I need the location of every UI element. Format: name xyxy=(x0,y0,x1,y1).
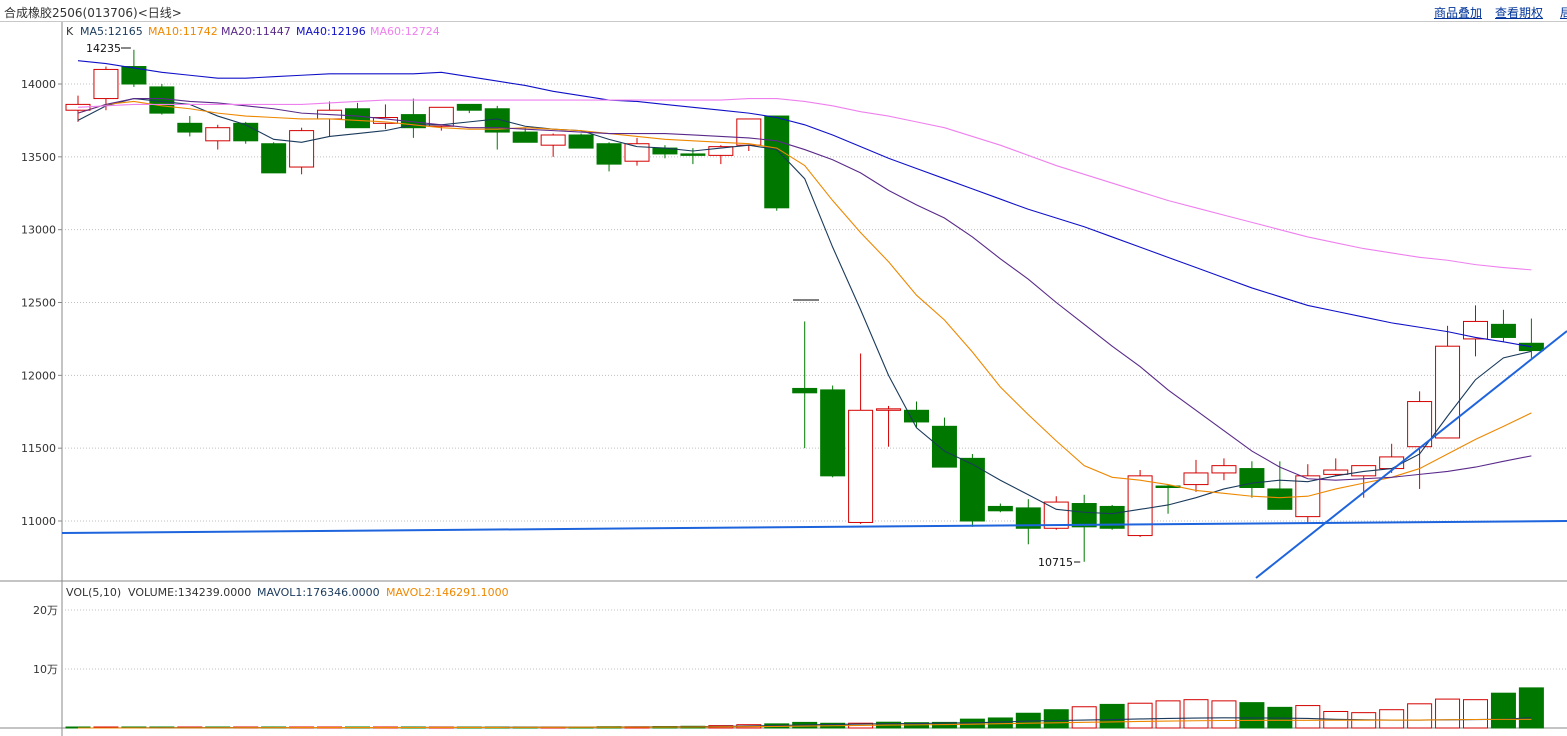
price-tick-label: 13500 xyxy=(21,151,56,164)
volume-bar xyxy=(1490,692,1516,729)
candle-body xyxy=(596,143,622,165)
candle-body xyxy=(93,68,119,100)
price-gridlines xyxy=(62,83,1567,522)
candle-body xyxy=(1435,345,1461,439)
volume-tick-label: 10万 xyxy=(33,663,58,676)
high-value-label: 14235 xyxy=(86,42,121,55)
volume-y-ticks: 20万 10万 xyxy=(33,604,58,676)
candle-body xyxy=(876,408,902,411)
volume-bar xyxy=(1183,699,1209,729)
ma-line-ma40 xyxy=(77,60,1532,348)
candle-body xyxy=(987,505,1013,512)
price-y-ticks: 14000 13500 13000 12500 12000 11500 11000 xyxy=(21,78,62,528)
candle-body xyxy=(1518,342,1544,352)
volume-bar xyxy=(1211,700,1237,729)
candle-body xyxy=(540,134,566,146)
ma20-label: MA20:11447 xyxy=(221,25,291,38)
candle-body xyxy=(512,131,538,143)
candle-body xyxy=(205,127,231,142)
price-tick-label: 12000 xyxy=(21,369,56,382)
candle-body xyxy=(959,457,985,522)
volume-bar xyxy=(1239,702,1265,729)
candle-body xyxy=(931,425,957,468)
candle-body xyxy=(149,86,175,114)
indicator-prefix: K xyxy=(66,25,74,38)
price-tick-label: 14000 xyxy=(21,78,56,91)
candle-body xyxy=(233,122,259,142)
volume-bar xyxy=(1435,698,1461,729)
ma10-label: MA10:11742 xyxy=(148,25,218,38)
rising-trendline[interactable] xyxy=(1255,330,1567,579)
candle-body xyxy=(345,108,370,129)
volume-bar xyxy=(1043,709,1069,729)
candle-body xyxy=(848,409,874,523)
price-tick-label: 12500 xyxy=(21,297,56,310)
volume-tick-label: 20万 xyxy=(33,604,58,617)
price-tick-label: 11500 xyxy=(21,442,56,455)
candlesticks xyxy=(65,49,1544,562)
candle-body xyxy=(1183,472,1209,486)
candle-body xyxy=(289,130,315,168)
ma5-label: MA5:12165 xyxy=(80,25,143,38)
kline-chart: 14000 13500 13000 12500 12000 11500 11000 20万 1… xyxy=(0,22,1567,736)
mavol2-label: MAVOL2:146291.1000 xyxy=(386,586,509,599)
candle-body xyxy=(1323,469,1349,475)
ma40-label: MA40:12196 xyxy=(296,25,366,38)
candle-body xyxy=(1127,475,1153,537)
ma60-label: MA60:12724 xyxy=(370,25,440,38)
volume-bar xyxy=(1295,705,1321,729)
trend-drawings xyxy=(61,299,1567,579)
candle-body xyxy=(792,387,818,394)
candle-body xyxy=(1463,320,1488,340)
volume-bar xyxy=(1407,703,1433,729)
candle-body xyxy=(1267,488,1293,510)
candle-body xyxy=(1490,323,1516,338)
volume-bars xyxy=(65,687,1544,729)
volume-bar xyxy=(1155,700,1181,729)
candle-body xyxy=(568,134,594,149)
volume-bar xyxy=(987,717,1013,729)
volume-bar xyxy=(1127,702,1153,729)
volume-bar xyxy=(1518,687,1544,729)
support-trendline[interactable] xyxy=(61,520,1567,534)
candle-body xyxy=(1071,503,1097,528)
volume-bar xyxy=(1379,709,1405,729)
low-value-label: 10715 xyxy=(1038,556,1073,569)
candle-body xyxy=(736,118,762,146)
volume-gridlines xyxy=(62,609,1567,670)
candle-body xyxy=(456,103,482,111)
volume-bar xyxy=(1071,706,1097,729)
mavol1-label: MAVOL1:176346.0000 xyxy=(257,586,380,599)
price-tick-label: 13000 xyxy=(21,224,56,237)
candle-body xyxy=(177,122,203,133)
volume-bar xyxy=(1099,703,1125,729)
candle-body xyxy=(764,115,790,209)
volume-legend: VOL(5,10) VOLUME:134239.0000 MAVOL1:1763… xyxy=(66,586,509,599)
candle-body xyxy=(820,389,846,477)
price-tick-label: 11000 xyxy=(21,515,56,528)
candle-body xyxy=(1407,401,1433,448)
volume-bar xyxy=(1463,699,1488,729)
candle-body xyxy=(680,153,706,156)
candle-body xyxy=(1211,465,1237,474)
price-legend: K MA5:12165 MA10:11742 MA20:11447 MA40:1… xyxy=(66,25,440,38)
vol-indicator-label: VOL(5,10) xyxy=(66,586,121,599)
candle-body xyxy=(261,143,287,174)
volume-value-label: VOLUME:134239.0000 xyxy=(128,586,251,599)
